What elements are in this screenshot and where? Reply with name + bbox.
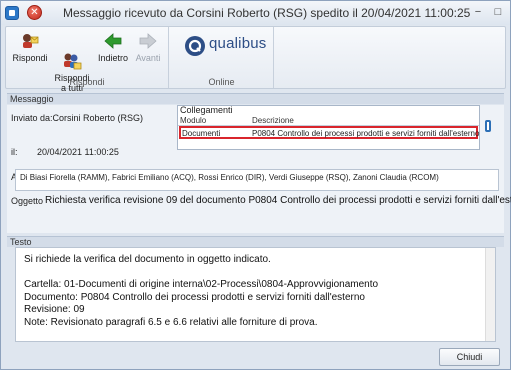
collegamenti-row[interactable]: Documenti P0804 Controllo dei processi p… — [179, 126, 480, 139]
maximize-icon[interactable]: □ — [489, 4, 507, 20]
qualibus-logo-icon — [185, 36, 205, 56]
reply-button[interactable]: Rispondi — [12, 29, 48, 63]
app-icon[interactable] — [5, 6, 19, 20]
column-descrizione[interactable]: Descrizione — [252, 116, 294, 125]
row-descrizione: P0804 Controllo dei processi prodotti e … — [252, 129, 480, 138]
reply-icon — [20, 31, 40, 51]
reply-all-button[interactable]: Rispondi a tutti — [52, 29, 92, 103]
recipients-field[interactable]: Di Biasi Fiorella (RAMM), Fabrici Emilia… — [15, 169, 499, 191]
title-bar: ✕ Messaggio ricevuto da Corsini Roberto … — [1, 1, 510, 25]
ribbon-group-reply: Rispondi Rispondi a tutti Indietro Avant… — [6, 27, 169, 93]
back-arrow-icon — [103, 31, 123, 51]
text-panel: Si richiede la verifica del documento in… — [7, 247, 504, 344]
message-section-header: Messaggio — [7, 93, 504, 104]
window-title: Messaggio ricevuto da Corsini Roberto (R… — [63, 6, 471, 20]
minimize-icon[interactable]: − — [469, 4, 487, 20]
ribbon-group-online-label: Online — [208, 77, 235, 87]
body-line: Revisione: 09 — [24, 304, 85, 315]
subject-value: Richiesta verifica revisione 09 del docu… — [45, 195, 511, 206]
recipients-value: Di Biasi Fiorella (RAMM), Fabrici Emilia… — [20, 173, 439, 182]
body-line: Si richiede la verifica del documento in… — [24, 254, 271, 265]
row-modulo: Documenti — [182, 129, 221, 138]
forward-button[interactable]: Avanti — [132, 29, 164, 63]
date-label: il: — [11, 147, 18, 157]
close-button[interactable]: Chiudi — [439, 348, 500, 366]
column-modulo[interactable]: Modulo — [180, 116, 206, 125]
body-line: Documento: P0804 Controllo dei processi … — [24, 291, 365, 303]
message-body[interactable]: Si richiede la verifica del documento in… — [15, 247, 496, 342]
date-value: 20/04/2021 11:00:25 — [37, 147, 119, 157]
collegamenti-title: Collegamenti — [180, 105, 233, 115]
qualibus-brand-text: qualibus — [209, 35, 267, 52]
close-icon[interactable]: ✕ — [27, 5, 42, 20]
footer: Chiudi — [1, 346, 510, 369]
sent-by-text: Inviato da:Corsini Roberto (RSG) — [11, 113, 144, 123]
qualibus-logo[interactable]: qualibus — [184, 33, 266, 59]
back-label: Indietro — [97, 53, 129, 63]
ribbon-group-online: qualibus Online — [170, 27, 274, 88]
forward-label: Avanti — [135, 53, 161, 63]
attachment-icon[interactable] — [484, 119, 492, 133]
text-section-header: Testo — [7, 236, 504, 247]
message-window: ✕ Messaggio ricevuto da Corsini Roberto … — [0, 0, 511, 370]
body-line — [24, 267, 487, 280]
collegamenti-panel: Collegamenti Modulo Descrizione Document… — [177, 105, 480, 150]
forward-arrow-icon — [138, 31, 158, 51]
reply-label: Rispondi — [12, 53, 48, 63]
subject-label: Oggetto — [11, 196, 44, 206]
back-button[interactable]: Indietro — [96, 29, 130, 63]
collegamenti-header: Modulo Descrizione — [178, 116, 479, 126]
body-scrollbar[interactable] — [485, 248, 495, 341]
ribbon-group-reply-label: Rispondi — [69, 77, 105, 87]
ribbon: Rispondi Rispondi a tutti Indietro Avant… — [5, 26, 506, 93]
message-panel: Inviato da:Corsini Roberto (RSG) il: 20/… — [7, 105, 511, 233]
body-line: Note: Revisionato paragrafi 6.5 e 6.6 re… — [24, 316, 318, 328]
reply-all-icon — [62, 41, 82, 70]
body-line: Cartella: 01-Documenti di origine intern… — [24, 279, 379, 290]
